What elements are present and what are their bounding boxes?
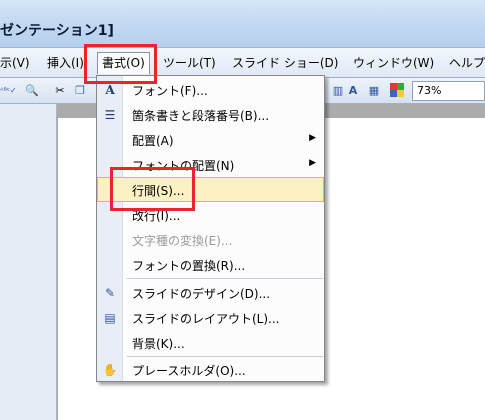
menu-view[interactable]: 示(V) [0, 54, 30, 72]
zoom-input[interactable]: 73% [412, 81, 485, 101]
slide-layout-icon: ▤ [104, 311, 116, 325]
menu-tools[interactable]: ツール(T) [163, 54, 216, 72]
format-menu: A フォント(F)... ☰ 箇条書きと段落番号(B)... 配置(A) ▶ フ… [96, 75, 325, 382]
window-title: ゼンテーション1] [0, 23, 114, 39]
spellcheck-icon[interactable]: ᴬᴮᶜ✓ [0, 83, 17, 99]
slides-panel[interactable] [0, 104, 57, 420]
menu-bullets-numbering[interactable]: ☰ 箇条書きと段落番号(B)... [97, 102, 324, 127]
submenu-arrow-icon: ▶ [309, 133, 316, 143]
menu-slide-design[interactable]: ✎ スライドのデザイン(D)... [97, 280, 324, 305]
highlight-line-spacing [110, 167, 195, 211]
menu-insert[interactable]: 挿入(I) [47, 54, 84, 72]
menu-alignment[interactable]: 配置(A) ▶ [97, 127, 324, 152]
slide-design-icon: ✎ [104, 286, 116, 300]
menu-separator [127, 278, 323, 279]
cut-icon[interactable]: ✂ [52, 83, 68, 99]
copy-icon[interactable]: ❐ [72, 83, 88, 99]
menu-help[interactable]: ヘルプ [449, 54, 485, 72]
menu-bar: 示(V) 挿入(I) 書式(O) ツール(T) スライド ショー(D) ウィンド… [0, 48, 485, 78]
submenu-arrow-icon: ▶ [309, 158, 316, 168]
menu-window[interactable]: ウィンドウ(W) [353, 54, 434, 72]
menu-change-case[interactable]: 文字種の変換(E)... [97, 227, 324, 252]
research-icon[interactable]: 🔍 [24, 83, 40, 99]
table-icon[interactable]: ▦ [366, 83, 382, 99]
chart-icon[interactable]: ▥ [330, 83, 346, 99]
font-icon: A [105, 83, 115, 97]
title-bar: ゼンテーション1] [0, 0, 485, 48]
menu-replace-fonts[interactable]: フォントの置換(R)... [97, 252, 324, 277]
menu-slide-layout[interactable]: ▤ スライドのレイアウト(L)... [97, 305, 324, 330]
placeholder-icon: ✋ [102, 363, 118, 377]
menu-background[interactable]: 背景(K)... [97, 330, 324, 355]
bullets-icon: ☰ [104, 108, 116, 122]
menu-slideshow[interactable]: スライド ショー(D) [232, 54, 338, 72]
menu-placeholder[interactable]: ✋ プレースホルダ(O)... [97, 357, 324, 382]
color-icon[interactable] [389, 83, 405, 99]
wordart-icon[interactable]: A [345, 83, 361, 99]
highlight-format-menu [84, 44, 157, 84]
